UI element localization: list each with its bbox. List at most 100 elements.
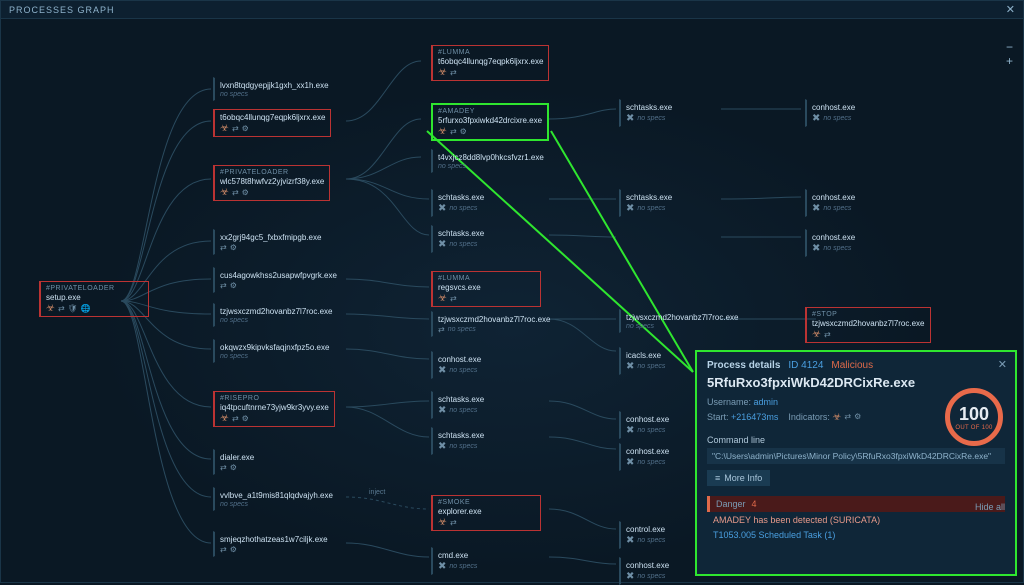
nospecs-label: no specs xyxy=(823,115,851,122)
nospecs-label: no specs xyxy=(823,245,851,252)
nospecs-label: no specs xyxy=(449,367,477,374)
process-node[interactable]: schtasks.exeno specs xyxy=(431,391,541,419)
node-name: t6obqc4llunqg7eqpk6ljxrx.exe xyxy=(438,57,543,66)
node-setup-exe[interactable]: #PRIVATELOADER setup.exe xyxy=(39,281,149,317)
process-node[interactable]: #RISEPROiq4tpcuftnrne73yjw9kr3yvy.exe xyxy=(213,391,335,427)
process-node[interactable]: dialer.exe xyxy=(213,449,323,475)
node-meta: no specs xyxy=(220,91,329,98)
danger-count: 4 xyxy=(752,499,757,509)
node-meta xyxy=(220,123,325,134)
malicious-label: Malicious xyxy=(831,360,873,371)
node-name: schtasks.exe xyxy=(438,229,535,238)
biohazard-icon xyxy=(438,126,447,137)
gear-icon xyxy=(230,243,237,252)
process-node[interactable]: tzjwsxczmd2hovanbz7l7roc.exeno specs xyxy=(213,303,339,327)
window-title: PROCESSES GRAPH xyxy=(9,5,115,15)
node-name: conhost.exe xyxy=(812,193,909,202)
process-node[interactable]: okqwzx9kipvksfaqjnxfpz5o.exeno specs xyxy=(213,339,335,363)
tool-icon xyxy=(626,457,634,468)
zoom-out-button[interactable]: − xyxy=(1006,41,1013,53)
process-node[interactable]: xx2grj94gc5_fxbxfmipgb.exe xyxy=(213,229,327,255)
process-node[interactable]: tzjwsxczmd2hovanbz7l7roc.exeno specs xyxy=(619,309,745,333)
biohazard-icon xyxy=(812,329,821,340)
process-node[interactable]: #AMADEY5rfurxo3fpxiwkd42drcixre.exe xyxy=(431,103,549,141)
node-name: dialer.exe xyxy=(220,453,317,462)
process-node[interactable]: conhost.exe no specs xyxy=(805,99,915,127)
score-sub: OUT OF 100 xyxy=(955,425,992,431)
process-node[interactable]: tzjwsxczmd2hovanbz7l7roc.exeno specs xyxy=(431,311,557,337)
process-node[interactable]: cmd.exeno specs xyxy=(431,547,541,575)
tool-icon xyxy=(438,365,446,376)
node-meta: no specs xyxy=(438,163,544,170)
node-meta: no specs xyxy=(438,239,535,250)
process-node[interactable]: schtasks.exeno specs xyxy=(431,189,541,217)
process-node[interactable]: cus4agowkhss2usapwfpvgrk.exe xyxy=(213,267,343,293)
node-name: 5rfurxo3fpxiwkd42drcixre.exe xyxy=(438,116,542,125)
process-node[interactable]: vvlbve_a1t9mis81qlqdvajyh.exeno specs xyxy=(213,487,339,511)
process-node[interactable]: #PRIVATELOADERwlc578t8hwfvz2yjvizrf38y.e… xyxy=(213,165,330,201)
shield-icon xyxy=(68,304,78,313)
biohazard-icon xyxy=(438,293,447,304)
process-node[interactable]: #LUMMAt6obqc4llunqg7eqpk6ljxrx.exe xyxy=(431,45,549,81)
net-icon xyxy=(450,68,457,77)
more-info-button[interactable]: ≡ More Info xyxy=(707,470,770,486)
nospecs-label: no specs xyxy=(448,326,476,333)
gear-icon xyxy=(242,414,249,423)
node-name: schtasks.exe xyxy=(438,193,535,202)
panel-close-icon[interactable]: ✕ xyxy=(998,358,1007,371)
graph-canvas[interactable]: − + xyxy=(1,19,1023,582)
tool-icon xyxy=(626,425,634,436)
process-node[interactable]: schtasks.exeno specs xyxy=(619,189,729,217)
node-name: wlc578t8hwfvz2yjvizrf38y.exe xyxy=(220,177,324,186)
gear-icon xyxy=(854,410,861,425)
node-name: conhost.exe xyxy=(812,103,909,112)
process-node[interactable]: schtasks.exeno specs xyxy=(431,225,541,253)
net-icon xyxy=(58,304,65,313)
process-node[interactable]: #STOPtzjwsxczmd2hovanbz7l7roc.exe xyxy=(805,307,931,343)
biohazard-icon xyxy=(438,517,447,528)
node-tag: #SMOKE xyxy=(438,499,535,506)
node-meta: no specs xyxy=(812,113,909,124)
cmdline-value[interactable]: "C:\Users\admin\Pictures\Minor Policy\5R… xyxy=(707,448,1005,464)
biohazard-icon xyxy=(832,410,841,425)
net-icon xyxy=(450,294,457,303)
list-icon: ≡ xyxy=(715,473,720,483)
close-icon[interactable]: ✕ xyxy=(1006,3,1015,16)
node-meta xyxy=(812,329,925,340)
process-node[interactable]: t6obqc4llunqg7eqpk6ljxrx.exe xyxy=(213,109,331,137)
tool-icon xyxy=(438,561,446,572)
node-meta: no specs xyxy=(438,405,535,416)
process-node[interactable]: conhost.exeno specs xyxy=(805,229,915,257)
process-node[interactable]: smjeqzhothatzeas1w7ciljk.exe xyxy=(213,531,334,557)
process-node[interactable]: #SMOKEexplorer.exe xyxy=(431,495,541,531)
panel-title: Process details xyxy=(707,360,780,371)
net-icon xyxy=(450,127,457,136)
danger-bar[interactable]: Danger 4 xyxy=(707,496,1005,512)
node-meta: no specs xyxy=(812,203,909,214)
process-node[interactable]: lvxn8tqdgyepjjk1gxh_xx1h.exeno specs xyxy=(213,77,335,101)
node-name: t6obqc4llunqg7eqpk6ljxrx.exe xyxy=(220,113,325,122)
mitre-technique[interactable]: T1053.005 Scheduled Task (1) xyxy=(707,528,1005,542)
process-node[interactable]: conhost.exeno specs xyxy=(431,351,541,379)
node-name: smjeqzhothatzeas1w7ciljk.exe xyxy=(220,535,328,544)
nospecs-label: no specs xyxy=(220,317,248,324)
process-node[interactable]: schtasks.exeno specs xyxy=(431,427,541,455)
process-node[interactable]: t4vxjcz8dd8lvp0hkcsfvzr1.exeno specs xyxy=(431,149,550,173)
process-details-panel: ✕ Process details ID 4124 Malicious 5Rfu… xyxy=(695,350,1017,576)
node-tag: #PRIVATELOADER xyxy=(46,285,143,292)
hide-all-link[interactable]: Hide all xyxy=(975,502,1005,512)
node-meta xyxy=(220,281,337,290)
biohazard-icon xyxy=(220,123,229,134)
node-name: xx2grj94gc5_fxbxfmipgb.exe xyxy=(220,233,321,242)
node-tag: #AMADEY xyxy=(438,108,542,115)
biohazard-icon xyxy=(220,187,229,198)
process-node[interactable]: schtasks.exeno specs xyxy=(619,99,729,127)
panel-header: Process details ID 4124 Malicious xyxy=(707,360,1005,371)
node-meta xyxy=(438,126,542,137)
process-node[interactable]: conhost.exeno specs xyxy=(805,189,915,217)
node-tag: #PRIVATELOADER xyxy=(220,169,324,176)
node-name: schtasks.exe xyxy=(626,193,723,202)
globe-icon xyxy=(81,304,91,313)
zoom-in-button[interactable]: + xyxy=(1006,55,1013,67)
process-node[interactable]: #LUMMAregsvcs.exe xyxy=(431,271,541,307)
